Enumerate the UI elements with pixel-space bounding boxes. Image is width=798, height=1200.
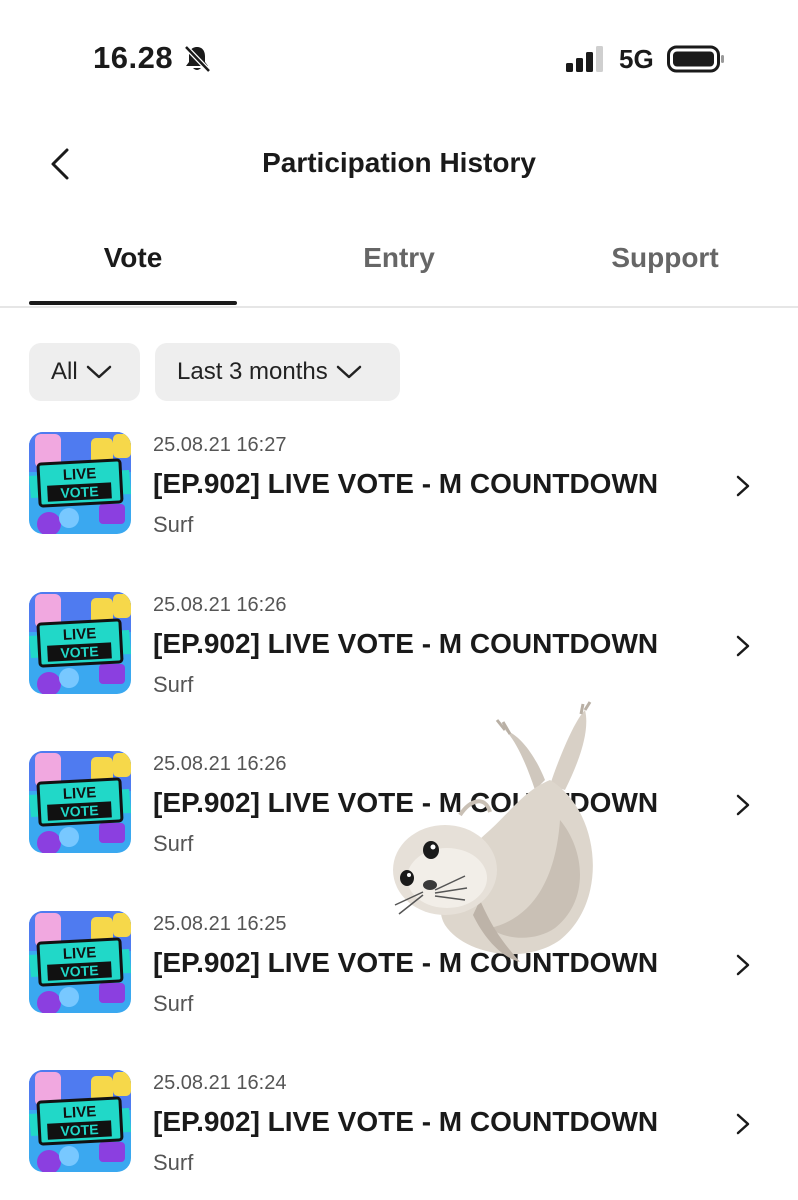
item-title: [EP.902] LIVE VOTE - M COUNTDOWN xyxy=(153,1106,659,1137)
thumb-text-live: LIVE xyxy=(62,1103,96,1122)
item-title: [EP.902] LIVE VOTE - M COUNTDOWN xyxy=(153,468,659,499)
item-timestamp: 25.08.21 16:26 xyxy=(153,593,287,616)
item-subtitle: Surf xyxy=(153,1150,194,1175)
filter-type-label: All xyxy=(51,358,78,385)
tab-vote[interactable]: Vote xyxy=(0,242,266,274)
thumb-text-vote: VOTE xyxy=(60,1121,99,1139)
filter-type-dropdown[interactable]: All xyxy=(29,343,140,401)
signal-icon xyxy=(566,46,603,72)
live-vote-thumbnail: LIVE VOTE xyxy=(29,591,131,694)
network-label: 5G xyxy=(619,44,654,74)
item-subtitle: Surf xyxy=(153,990,194,1016)
thumb-text-vote: VOTE xyxy=(60,483,99,501)
thumb-text-vote: VOTE xyxy=(60,962,99,980)
tab-bar: Vote Entry Support xyxy=(0,230,798,308)
thumb-text-vote: VOTE xyxy=(60,802,99,820)
battery-icon xyxy=(667,45,724,73)
chevron-right-icon xyxy=(736,794,750,816)
item-subtitle: Surf xyxy=(153,671,194,697)
tab-entry[interactable]: Entry xyxy=(266,242,532,274)
filter-period-label: Last 3 months xyxy=(177,358,328,385)
item-timestamp: 25.08.21 16:26 xyxy=(153,753,287,775)
seal-sticker xyxy=(393,701,593,962)
thumb-text-live: LIVE xyxy=(62,944,96,963)
chevron-right-icon xyxy=(736,954,750,975)
vote-history-item[interactable]: LIVE VOTE 25.08.21 16:26 [EP.902] LIVE V… xyxy=(0,591,798,712)
thumb-text-live: LIVE xyxy=(62,625,96,644)
item-subtitle: Surf xyxy=(153,831,194,856)
vote-history-item[interactable]: LIVE VOTE 25.08.21 16:27 [EP.902] LIVE V… xyxy=(0,432,798,552)
item-title: [EP.902] LIVE VOTE - M COUNTDOWN xyxy=(153,627,659,659)
status-time: 16.28 xyxy=(93,40,174,75)
thumb-text-live: LIVE xyxy=(62,465,96,484)
chevron-right-icon xyxy=(736,635,750,656)
thumb-text-live: LIVE xyxy=(62,784,96,803)
thumb-text-vote: VOTE xyxy=(60,643,99,661)
live-vote-thumbnail: LIVE VOTE xyxy=(29,910,131,1013)
vote-history-item[interactable]: LIVE VOTE 25.08.21 16:24 [EP.902] LIVE V… xyxy=(0,1070,798,1190)
bell-slash-icon xyxy=(184,45,211,73)
active-tab-indicator xyxy=(29,301,237,305)
tab-support[interactable]: Support xyxy=(532,242,798,274)
page-title: Participation History xyxy=(262,147,536,178)
chevron-right-icon xyxy=(736,1113,750,1135)
chevron-right-icon xyxy=(736,475,750,497)
live-vote-thumbnail: LIVE VOTE xyxy=(29,751,131,853)
item-timestamp: 25.08.21 16:24 xyxy=(153,1072,287,1094)
item-timestamp: 25.08.21 16:27 xyxy=(153,434,287,456)
chevron-down-icon xyxy=(86,365,111,379)
status-bar: 16.28 5G xyxy=(0,0,798,120)
filter-period-dropdown[interactable]: Last 3 months xyxy=(155,343,400,401)
header: Participation History xyxy=(0,120,798,210)
live-vote-thumbnail: LIVE VOTE xyxy=(29,1070,131,1172)
live-vote-thumbnail: LIVE VOTE xyxy=(29,432,131,534)
item-timestamp: 25.08.21 16:25 xyxy=(153,912,287,935)
chevron-down-icon xyxy=(336,365,361,379)
item-subtitle: Surf xyxy=(153,512,194,537)
